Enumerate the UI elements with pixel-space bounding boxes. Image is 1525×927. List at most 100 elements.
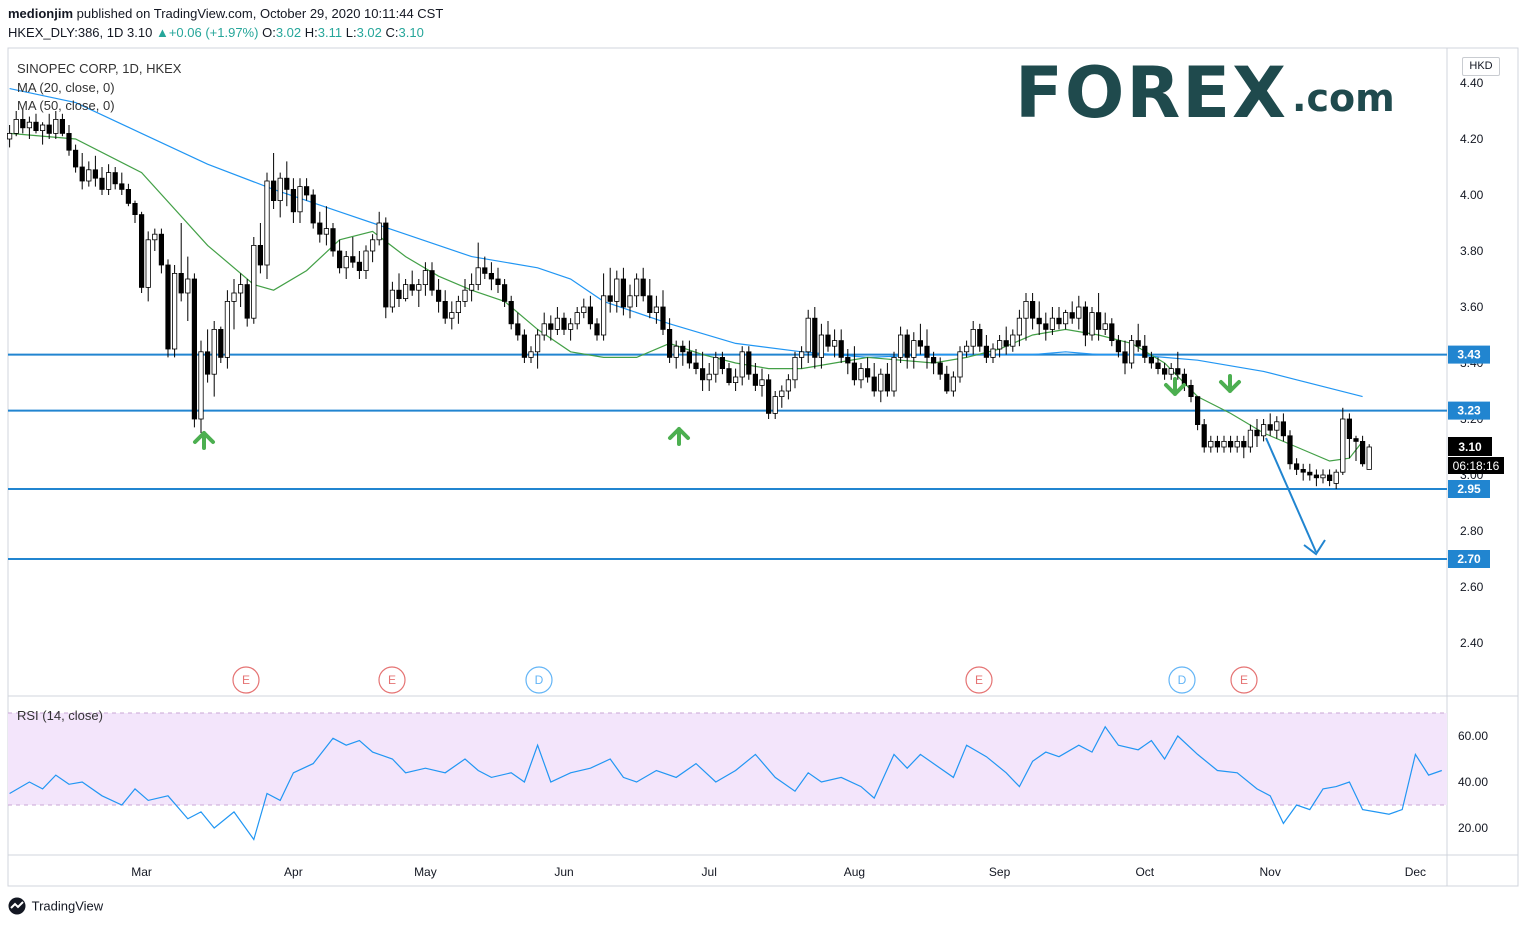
price-tick-label: 4.00 (1460, 188, 1484, 202)
candle-body (1254, 429, 1260, 437)
candle (851, 346, 858, 386)
candle (587, 295, 594, 330)
candle (561, 312, 567, 335)
candle-body (244, 284, 250, 319)
candle (680, 340, 686, 366)
candle-body (369, 239, 376, 252)
candle (845, 349, 851, 375)
candle-body (1016, 317, 1023, 336)
candle (369, 234, 376, 263)
candle-body (1142, 345, 1148, 358)
level-badge-label: 2.95 (1457, 482, 1481, 496)
candle-body (389, 289, 396, 308)
candle-body (251, 244, 257, 319)
candle (667, 318, 673, 363)
price-tick-label: 3.60 (1460, 300, 1484, 314)
candle-body (891, 356, 897, 392)
candle-body (528, 351, 534, 358)
ma50-legend[interactable]: MA (50, close, 0) (17, 98, 115, 113)
candle (482, 256, 488, 279)
tradingview-logo-icon (8, 897, 26, 915)
candle (1168, 363, 1174, 380)
candle (917, 323, 924, 355)
candle-body (825, 334, 831, 347)
candle-body (468, 284, 475, 291)
candle (1195, 396, 1201, 431)
candle-body (1313, 474, 1319, 479)
candle (726, 363, 732, 386)
earnings-marker[interactable]: E (378, 666, 406, 694)
ma20-legend[interactable]: MA (20, close, 0) (17, 80, 115, 95)
candle (970, 321, 976, 355)
candle (303, 178, 310, 201)
candle-body (554, 317, 561, 330)
price-tick-label: 3.80 (1460, 244, 1484, 258)
candle-body (119, 183, 125, 190)
earnings-marker[interactable]: E (965, 666, 993, 694)
candle (270, 153, 277, 209)
candle-body (1063, 312, 1069, 325)
candle-body (640, 278, 646, 297)
level-badge-label: 2.70 (1457, 552, 1481, 566)
candle (1280, 413, 1286, 442)
candle (1102, 312, 1108, 335)
candle-body (719, 356, 726, 369)
dividend-marker[interactable]: D (1168, 666, 1196, 694)
candle (218, 326, 224, 363)
candle-body (277, 177, 283, 201)
candle (53, 111, 59, 139)
candle-body (1320, 474, 1326, 479)
candle-body (1168, 368, 1174, 375)
candle (634, 273, 640, 307)
candle (376, 211, 382, 246)
candle (647, 279, 653, 319)
candle-body (336, 250, 343, 269)
candle-body (515, 323, 521, 336)
candle-body (211, 328, 217, 375)
candle-body (66, 132, 72, 151)
earnings-marker[interactable]: E (232, 666, 260, 694)
candle-body (13, 119, 19, 134)
candle-body (1360, 440, 1366, 465)
candle-body (396, 289, 402, 300)
candle-body (224, 300, 230, 358)
candle (733, 368, 739, 391)
candle-body (330, 228, 336, 252)
candle (898, 326, 904, 363)
candle-body (152, 233, 158, 241)
rsi-legend[interactable]: RSI (14, close) (17, 708, 103, 723)
candle-body (924, 345, 930, 358)
currency-badge[interactable]: HKD (1462, 57, 1500, 76)
candle-body (356, 261, 363, 272)
dividend-marker[interactable]: D (525, 666, 553, 694)
price-tick-label: 4.40 (1460, 76, 1484, 90)
candle-body (171, 272, 178, 350)
green-down-arrow-icon (1164, 377, 1186, 396)
candle-body (40, 124, 46, 131)
candle-body (1195, 396, 1201, 426)
marker-letter: E (1240, 673, 1248, 687)
candle-body (1300, 468, 1306, 473)
candle (297, 178, 303, 223)
price-chart[interactable]: 4.404.204.003.803.603.403.203.002.802.60… (0, 0, 1525, 927)
candle (86, 161, 92, 187)
candle-body (1208, 440, 1214, 448)
candle (1360, 435, 1366, 467)
candle (112, 167, 118, 190)
candle (660, 290, 666, 335)
candle-body (145, 239, 151, 288)
candle (825, 321, 831, 352)
candle (878, 368, 884, 403)
candle-body (323, 228, 330, 235)
logo-suffix: .com (1292, 76, 1395, 120)
candle-body (383, 222, 389, 308)
tradingview-brand[interactable]: TradingView (6, 897, 103, 917)
candle-body (653, 306, 660, 313)
earnings-marker[interactable]: E (1230, 666, 1258, 694)
candle-body (568, 323, 574, 330)
candle (495, 267, 501, 293)
arrow-shape (193, 431, 215, 450)
candle-body (343, 256, 349, 269)
candle (1142, 335, 1148, 363)
rsi-tick-label: 20.00 (1458, 821, 1488, 835)
